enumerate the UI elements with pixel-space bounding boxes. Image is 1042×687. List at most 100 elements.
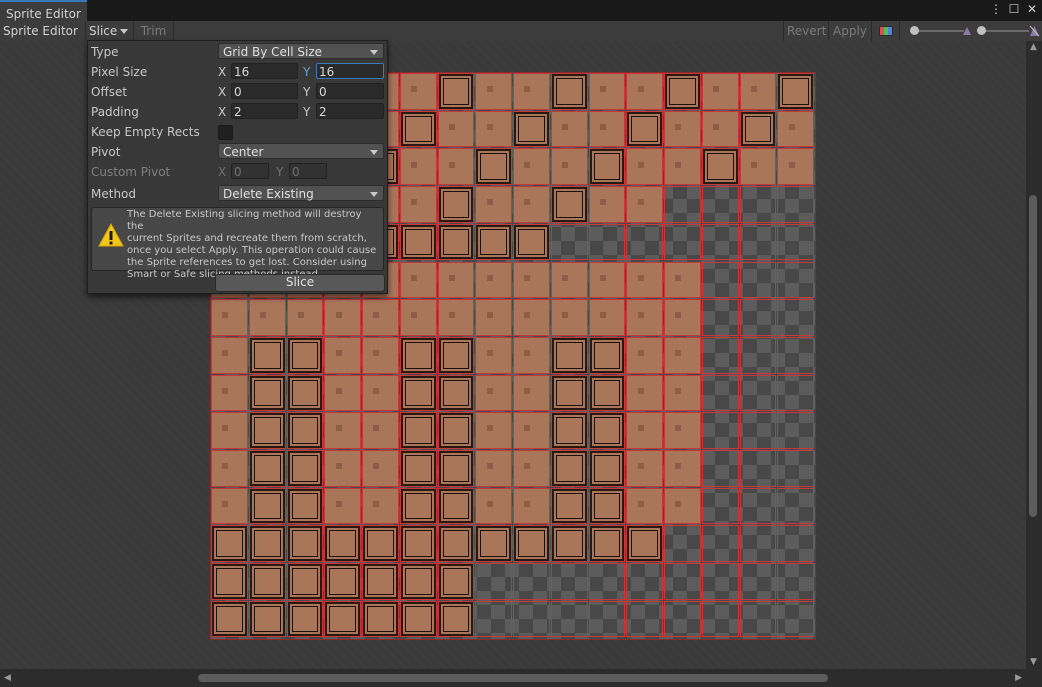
sprite-slice-rect[interactable] <box>550 186 588 223</box>
sprite-slice-rect[interactable] <box>626 336 663 374</box>
scroll-up-icon[interactable]: ▲ <box>1030 43 1037 52</box>
sprite-slice-rect[interactable] <box>664 223 701 261</box>
sprite-slice-rect[interactable] <box>664 110 701 148</box>
sprite-slice-rect[interactable] <box>701 412 739 449</box>
sprite-slice-rect[interactable] <box>324 374 361 412</box>
sprite-slice-rect[interactable] <box>626 450 663 487</box>
sprite-slice-rect[interactable] <box>475 374 512 412</box>
sprite-slice-rect[interactable] <box>588 563 626 600</box>
sprite-slice-rect[interactable] <box>777 148 814 186</box>
sprite-slice-rect[interactable] <box>739 186 777 223</box>
sprite-slice-rect[interactable] <box>513 110 550 148</box>
sprite-slice-rect[interactable] <box>588 336 626 374</box>
sprite-slice-rect[interactable] <box>739 73 777 110</box>
sprite-slice-rect[interactable] <box>777 299 814 336</box>
sprite-slice-rect[interactable] <box>777 223 814 261</box>
color-channel-toggle[interactable] <box>872 21 900 41</box>
sprite-slice-rect[interactable] <box>475 299 512 336</box>
trim-button[interactable]: Trim <box>134 21 174 41</box>
vertical-scrollbar[interactable]: ▲ ▼ <box>1026 41 1042 669</box>
mip-level-slider[interactable] <box>975 21 1031 41</box>
sprite-slice-rect[interactable] <box>739 374 777 412</box>
sprite-slice-rect[interactable] <box>777 487 814 525</box>
sprite-slice-rect[interactable] <box>739 412 777 449</box>
sprite-slice-rect[interactable] <box>701 374 739 412</box>
sprite-slice-rect[interactable] <box>513 487 550 525</box>
sprite-slice-rect[interactable] <box>513 223 550 261</box>
sprite-slice-rect[interactable] <box>777 336 814 374</box>
sprite-slice-rect[interactable] <box>437 148 475 186</box>
sprite-slice-rect[interactable] <box>399 600 437 638</box>
sprite-slice-rect[interactable] <box>777 261 814 299</box>
keep-empty-rects-checkbox[interactable] <box>218 125 233 140</box>
revert-button[interactable]: Revert <box>783 21 829 41</box>
sprite-slice-rect[interactable] <box>211 412 248 449</box>
sprite-slice-rect[interactable] <box>701 148 739 186</box>
sprite-slice-rect[interactable] <box>664 563 701 600</box>
sprite-slice-rect[interactable] <box>399 223 437 261</box>
sprite-slice-rect[interactable] <box>588 487 626 525</box>
sprite-slice-rect[interactable] <box>739 563 777 600</box>
method-dropdown[interactable]: Delete Existing <box>218 185 384 201</box>
sprite-slice-rect[interactable] <box>475 450 512 487</box>
sprite-slice-rect[interactable] <box>475 336 512 374</box>
sprite-slice-rect[interactable] <box>399 299 437 336</box>
sprite-slice-rect[interactable] <box>777 600 814 638</box>
sprite-slice-rect[interactable] <box>513 600 550 638</box>
pivot-dropdown[interactable]: Center <box>218 143 384 159</box>
sprite-slice-rect[interactable] <box>513 73 550 110</box>
sprite-slice-rect[interactable] <box>550 336 588 374</box>
sprite-slice-rect[interactable] <box>739 148 777 186</box>
sprite-slice-rect[interactable] <box>550 73 588 110</box>
horizontal-scrollbar[interactable]: ◀ ▶ <box>0 669 1026 687</box>
sprite-slice-rect[interactable] <box>475 73 512 110</box>
sprite-slice-rect[interactable] <box>588 223 626 261</box>
sprite-slice-rect[interactable] <box>475 563 512 600</box>
sprite-slice-rect[interactable] <box>664 299 701 336</box>
padding-x-field[interactable]: 2 <box>231 103 298 119</box>
sprite-slice-rect[interactable] <box>588 73 626 110</box>
sprite-slice-rect[interactable] <box>362 450 399 487</box>
sprite-slice-rect[interactable] <box>588 186 626 223</box>
close-icon[interactable]: ✕ <box>1026 2 1038 16</box>
sprite-slice-rect[interactable] <box>777 110 814 148</box>
sprite-slice-rect[interactable] <box>437 336 475 374</box>
sprite-slice-rect[interactable] <box>513 525 550 563</box>
sprite-slice-rect[interactable] <box>362 600 399 638</box>
sprite-slice-rect[interactable] <box>701 299 739 336</box>
sprite-slice-rect[interactable] <box>626 525 663 563</box>
sprite-slice-rect[interactable] <box>701 223 739 261</box>
sprite-slice-rect[interactable] <box>286 450 324 487</box>
sprite-slice-rect[interactable] <box>739 299 777 336</box>
sprite-slice-rect[interactable] <box>324 450 361 487</box>
sprite-slice-rect[interactable] <box>626 563 663 600</box>
sprite-slice-rect[interactable] <box>437 299 475 336</box>
sprite-slice-rect[interactable] <box>588 525 626 563</box>
sprite-slice-rect[interactable] <box>437 186 475 223</box>
sprite-slice-rect[interactable] <box>739 336 777 374</box>
sprite-slice-rect[interactable] <box>626 487 663 525</box>
sprite-slice-rect[interactable] <box>513 374 550 412</box>
sprite-slice-rect[interactable] <box>777 412 814 449</box>
sprite-slice-rect[interactable] <box>437 563 475 600</box>
sprite-slice-rect[interactable] <box>211 525 248 563</box>
sprite-slice-rect[interactable] <box>324 412 361 449</box>
sprite-slice-rect[interactable] <box>701 450 739 487</box>
sprite-slice-rect[interactable] <box>286 412 324 449</box>
sprite-slice-rect[interactable] <box>475 110 512 148</box>
sprite-slice-rect[interactable] <box>626 110 663 148</box>
sprite-slice-rect[interactable] <box>777 73 814 110</box>
sprite-slice-rect[interactable] <box>739 487 777 525</box>
sprite-slice-rect[interactable] <box>513 261 550 299</box>
sprite-slice-rect[interactable] <box>701 110 739 148</box>
sprite-slice-rect[interactable] <box>324 525 361 563</box>
sprite-slice-rect[interactable] <box>286 563 324 600</box>
sprite-slice-rect[interactable] <box>362 299 399 336</box>
sprite-slice-rect[interactable] <box>626 412 663 449</box>
sprite-slice-rect[interactable] <box>550 563 588 600</box>
sprite-slice-rect[interactable] <box>739 223 777 261</box>
sprite-slice-rect[interactable] <box>248 487 286 525</box>
sprite-slice-rect[interactable] <box>664 600 701 638</box>
sprite-slice-rect[interactable] <box>588 148 626 186</box>
sprite-slice-rect[interactable] <box>626 223 663 261</box>
